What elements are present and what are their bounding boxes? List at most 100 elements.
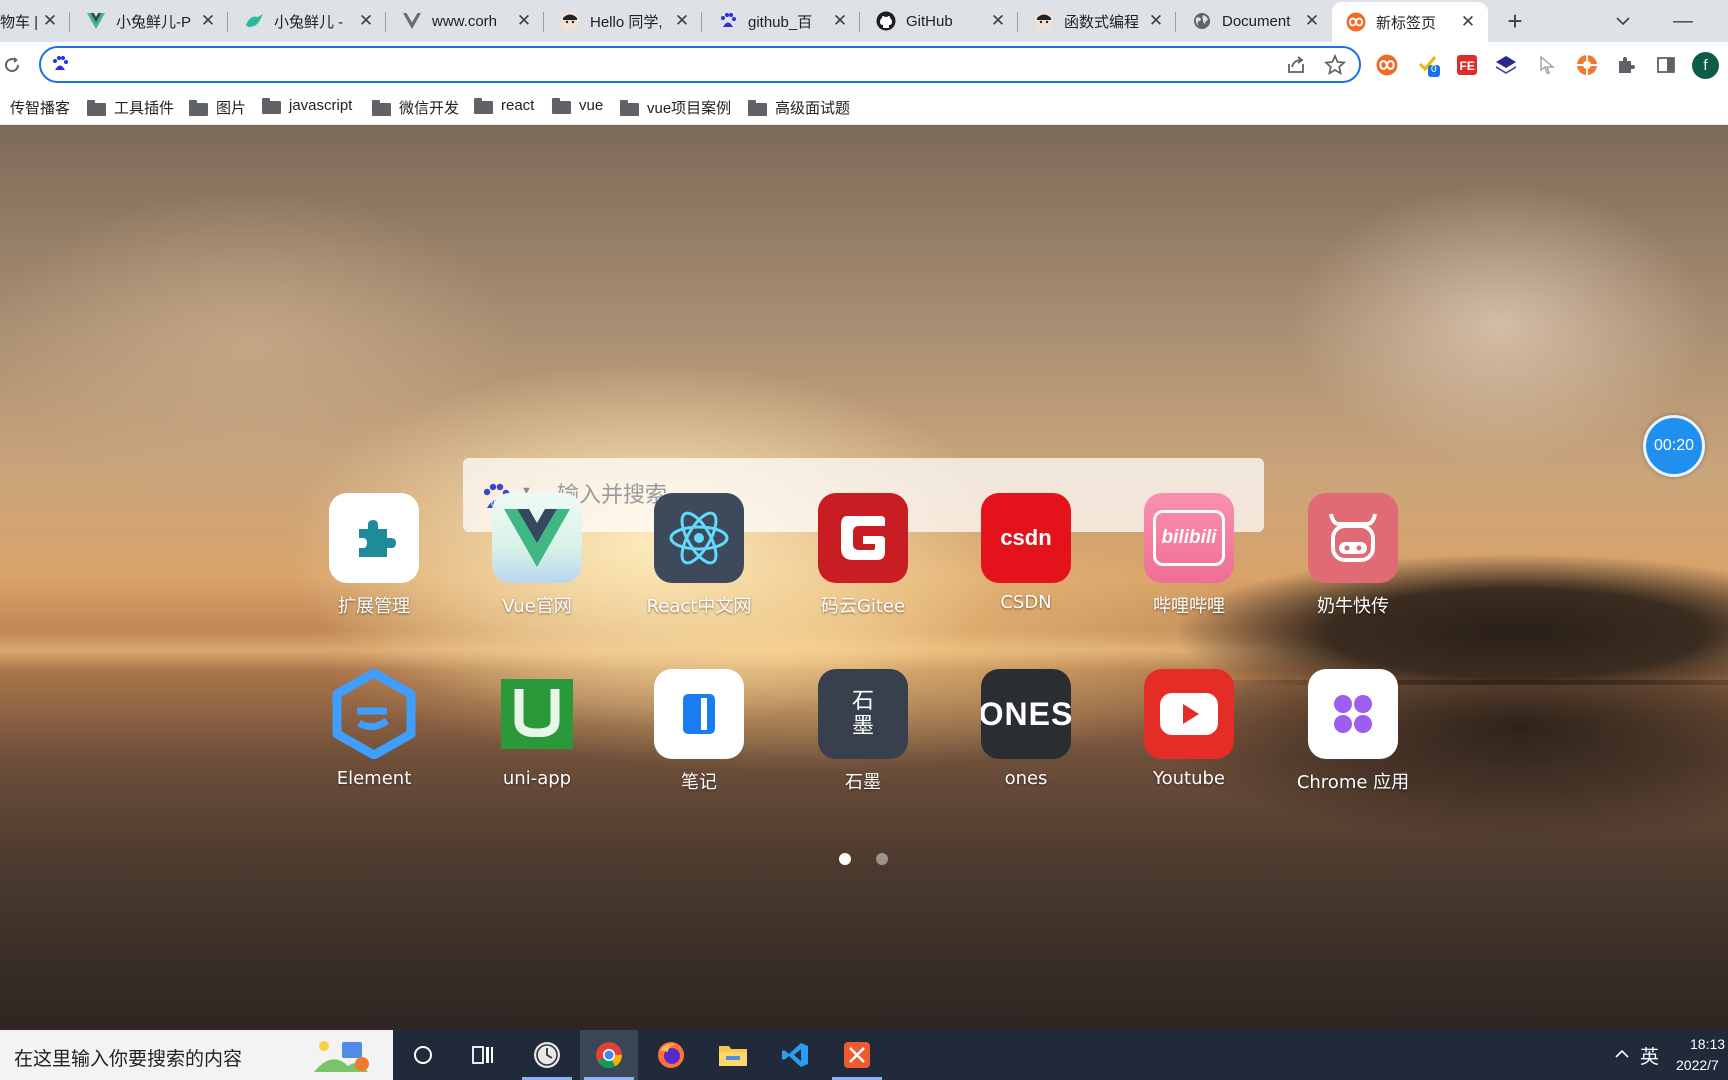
bilibili-logo-text: bilibili	[1161, 527, 1217, 548]
close-icon[interactable]: ✕	[1456, 10, 1480, 34]
ones-logo-text: ONES	[981, 695, 1071, 732]
bookmark-folder[interactable]: 高级面试题	[748, 97, 850, 118]
tab-2[interactable]: 小兔鲜儿 - ✕	[230, 0, 386, 42]
taskbar-search[interactable]: 在这里输入你要搜索的内容	[0, 1030, 393, 1080]
shortcut-label: Element	[336, 768, 412, 789]
tab-8[interactable]: Document ✕	[1178, 0, 1332, 42]
check-badge-icon[interactable]: 0	[1417, 53, 1441, 77]
shortcut-label: 奶牛快传	[1317, 596, 1389, 617]
shortcut-react[interactable]: React中文网	[624, 493, 774, 618]
close-icon[interactable]: ✕	[1300, 9, 1324, 33]
shortcut-gitee[interactable]: 码云Gitee	[788, 493, 938, 618]
cow-icon	[1308, 493, 1398, 583]
tab-title: GitHub	[906, 12, 953, 30]
bookmark-folder[interactable]: vue项目案例	[620, 97, 731, 118]
close-icon[interactable]: ✕	[196, 9, 220, 33]
minimize-button[interactable]: —	[1668, 6, 1698, 36]
infinity-icon[interactable]	[1375, 53, 1399, 77]
tab-5[interactable]: github_百 ✕	[704, 0, 860, 42]
page-dot-active[interactable]	[839, 853, 851, 865]
shimo-logo-text: 石 墨	[851, 689, 874, 739]
puzzle-icon	[329, 493, 419, 583]
tab-0[interactable]: 物车 | ✕	[0, 0, 70, 42]
tab-separator	[385, 12, 386, 32]
address-bar[interactable]	[39, 46, 1361, 83]
shortcut-cowtransfer[interactable]: 奶牛快传	[1278, 493, 1428, 618]
page-dot[interactable]	[876, 853, 888, 865]
shortcut-extensions[interactable]: 扩展管理	[299, 493, 449, 618]
chevron-up-icon[interactable]	[1612, 1044, 1632, 1064]
close-icon[interactable]: ✕	[354, 9, 378, 33]
sidepanel-icon[interactable]	[1654, 53, 1678, 77]
bookmark-folder[interactable]: vue	[552, 97, 603, 114]
close-icon[interactable]: ✕	[1144, 9, 1168, 33]
close-icon[interactable]: ✕	[670, 9, 694, 33]
shortcut-shimo[interactable]: 石 墨 石墨	[788, 669, 938, 794]
tab-4[interactable]: Hello 同学, ✕	[546, 0, 702, 42]
shortcut-label: Chrome 应用	[1296, 772, 1410, 793]
system-clock[interactable]: 18:13 2022/7	[1676, 1034, 1728, 1076]
xmind-icon[interactable]	[828, 1030, 886, 1080]
close-icon[interactable]: ✕	[986, 9, 1010, 33]
tab-9[interactable]: 新标签页 ✕	[1332, 2, 1488, 42]
shortcut-csdn[interactable]: csdn CSDN	[951, 493, 1101, 613]
uniapp-icon	[492, 669, 582, 759]
bookmark-item[interactable]: 传智播客	[10, 97, 70, 118]
vscode-icon[interactable]	[766, 1030, 824, 1080]
layers-icon[interactable]	[1494, 53, 1518, 77]
cortana-icon[interactable]	[394, 1030, 452, 1080]
chevron-down-icon[interactable]	[1610, 8, 1636, 34]
vue-logo-icon	[86, 11, 106, 31]
folder-icon	[372, 99, 391, 116]
profile-avatar[interactable]: f	[1692, 52, 1719, 79]
new-tab-button[interactable]: +	[1500, 6, 1530, 36]
file-explorer-icon[interactable]	[704, 1030, 762, 1080]
github-icon	[876, 11, 896, 31]
ime-indicator[interactable]: 英	[1640, 1042, 1659, 1069]
task-view-icon[interactable]	[454, 1030, 512, 1080]
fe-icon[interactable]: FE	[1455, 53, 1479, 77]
orange-ext-icon[interactable]	[1575, 53, 1599, 77]
shortcut-element[interactable]: Element	[299, 669, 449, 789]
shortcut-label: Vue官网	[502, 596, 572, 617]
reload-icon[interactable]	[0, 52, 24, 78]
shortcut-notes[interactable]: 笔记	[624, 669, 774, 794]
shortcut-chrome-apps[interactable]: Chrome 应用	[1278, 669, 1428, 794]
shortcut-vue[interactable]: Vue官网	[462, 493, 612, 618]
tab-1[interactable]: 小兔鲜儿-P ✕	[72, 0, 228, 42]
folder-icon	[620, 99, 639, 116]
youtube-play-icon	[1144, 669, 1234, 759]
vue-logo-icon	[402, 11, 422, 31]
bookmark-label: 微信开发	[399, 100, 460, 117]
clock-app-icon[interactable]	[518, 1030, 576, 1080]
bookmark-folder[interactable]: javascript	[262, 97, 352, 114]
baidu-paw-icon	[718, 11, 738, 31]
close-icon[interactable]: ✕	[828, 9, 852, 33]
puzzle-icon[interactable]	[1614, 53, 1638, 77]
bookmark-folder[interactable]: 工具插件	[87, 97, 174, 118]
tab-3[interactable]: www.corh ✕	[388, 0, 544, 42]
shortcut-youtube[interactable]: Youtube	[1114, 669, 1264, 789]
cursor-icon[interactable]	[1535, 53, 1559, 77]
shortcut-ones[interactable]: ONES ones	[951, 669, 1101, 789]
timer-badge[interactable]: 00:20	[1643, 415, 1705, 477]
bookmark-folder[interactable]: 图片	[189, 97, 246, 118]
tab-separator	[69, 12, 70, 32]
shortcut-uniapp[interactable]: uni-app	[462, 669, 612, 789]
close-icon[interactable]: ✕	[38, 9, 62, 33]
shortcut-label: 扩展管理	[338, 596, 410, 617]
close-icon[interactable]: ✕	[512, 9, 536, 33]
star-icon[interactable]	[1323, 53, 1347, 76]
tab-6[interactable]: GitHub ✕	[862, 0, 1018, 42]
chrome-icon[interactable]	[580, 1030, 638, 1080]
tab-separator	[701, 12, 702, 32]
bookmark-folder[interactable]: 微信开发	[372, 97, 459, 118]
rabbit-icon	[244, 11, 264, 31]
shortcut-bilibili[interactable]: bilibili 哔哩哔哩	[1114, 493, 1264, 618]
tab-title: 新标签页	[1376, 14, 1437, 32]
firefox-icon[interactable]	[642, 1030, 700, 1080]
share-icon[interactable]	[1285, 54, 1307, 76]
tab-7[interactable]: 函数式编程 ✕	[1020, 0, 1176, 42]
bookmark-folder[interactable]: react	[474, 97, 534, 114]
address-input[interactable]	[81, 52, 1261, 78]
